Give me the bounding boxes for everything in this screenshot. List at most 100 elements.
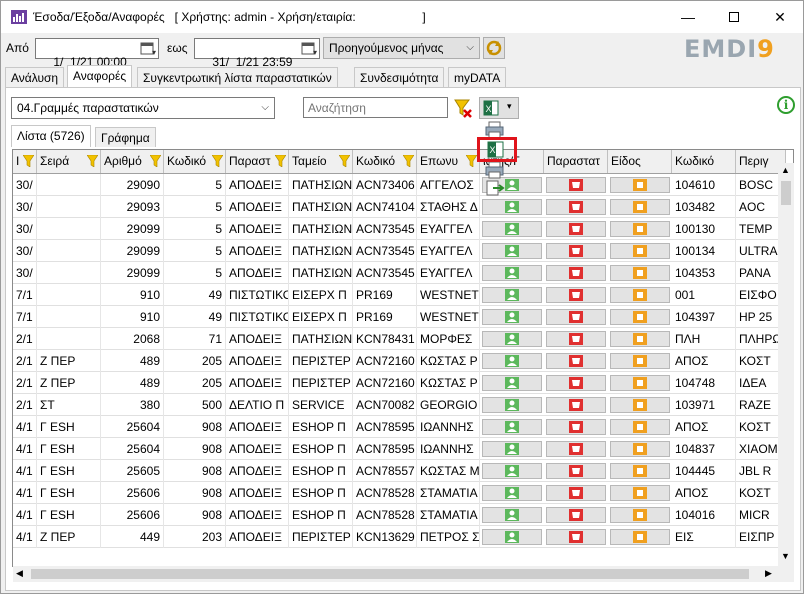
period-select[interactable]: Προηγούμενος μήνας ⌵ [323,37,480,59]
document-button[interactable] [546,331,606,347]
item-button[interactable] [610,265,670,281]
item-button[interactable] [610,331,670,347]
item-button[interactable] [610,397,670,413]
scroll-thumb[interactable] [781,181,791,205]
column-header[interactable]: Επωνυ [417,150,480,173]
filter-funnel-icon[interactable] [339,155,350,167]
table-row[interactable]: 7/1 910 49 ΠΙΣΤΩΤΙΚΟ ΕΙΣΕΡΧ Π PR169 WESTNET 001… [13,284,786,306]
table-row[interactable]: 2/1 ΣΤ 380 500 ΔΕΛΤΙΟ Π SERVICE ACN70082 GEORGI… [13,394,786,416]
table-row[interactable]: 4/1 Γ ESH 25605 908 ΑΠΟΔΕΙΞ ESHOP Π ACN78557 ΚΩ… [13,460,786,482]
table-row[interactable]: 30/29099 5 ΑΠΟΔΕΙΞ ΠΑΤΗΣΙΩΝ ACN73545 ΕΥΑΓΓΕΛ 1… [13,240,786,262]
filter-funnel-icon[interactable] [275,155,286,167]
tab-summary-list[interactable]: Συγκεντρωτική λίστα παραστατικών [137,67,338,87]
item-button[interactable] [610,419,670,435]
export-arrow-icon[interactable] [485,179,505,197]
report-grid[interactable]: Ι Σειρά Αριθμό Κωδικό Παραστ Ταμείο Κωδικό Επων… [12,149,794,567]
document-button[interactable] [546,375,606,391]
clear-filter-button[interactable] [452,97,474,119]
table-row[interactable]: 2/1 Ζ ΠΕΡ 489 205 ΑΠΟΔΕΙΞ ΠΕΡΙΣΤΕΡ ACN72160 ΚΩΣ… [13,350,786,372]
item-button[interactable] [610,177,670,193]
minimize-button[interactable]: — [665,1,711,33]
document-button[interactable] [546,397,606,413]
item-button[interactable] [610,441,670,457]
horizontal-scrollbar[interactable]: ◀ ▶ [13,566,794,582]
column-header[interactable]: Κωδικό [353,150,417,173]
item-button[interactable] [610,309,670,325]
export-menu-button[interactable]: X ▾ [479,97,519,119]
customer-button[interactable] [482,529,542,545]
item-button[interactable] [610,529,670,545]
close-button[interactable]: ✕ [757,1,803,33]
to-date-field[interactable]: 31/ 1/21 23:59 ▾ [194,38,320,69]
document-button[interactable] [546,441,606,457]
calendar-icon[interactable]: ▾ [140,41,156,56]
column-header[interactable]: Ι [13,150,37,173]
customer-button[interactable] [482,309,542,325]
customer-button[interactable] [482,507,542,523]
filter-funnel-icon[interactable] [466,155,477,167]
table-row[interactable]: 30/29099 5 ΑΠΟΔΕΙΞ ΠΑΤΗΣΙΩΝ ACN73545 ΕΥΑΓΓΕΛ 1… [13,262,786,284]
tab-list[interactable]: Λίστα (5726) [11,125,91,147]
item-button[interactable] [610,199,670,215]
table-row[interactable]: 4/1 Γ ESH 25606 908 ΑΠΟΔΕΙΞ ESHOP Π ACN78528 ΣΤ… [13,482,786,504]
customer-button[interactable] [482,221,542,237]
tab-mydata[interactable]: myDATA [448,67,507,87]
customer-button[interactable] [482,485,542,501]
item-button[interactable] [610,507,670,523]
document-button[interactable] [546,243,606,259]
calendar-icon[interactable]: ▾ [301,41,317,56]
document-button[interactable] [546,353,606,369]
item-button[interactable] [610,287,670,303]
customer-button[interactable] [482,375,542,391]
filter-funnel-icon[interactable] [150,155,161,167]
search-input[interactable] [303,97,448,118]
report-select[interactable]: 04.Γραμμές παραστατικών ⌵ [11,97,275,119]
filter-funnel-icon[interactable] [87,155,98,167]
column-header[interactable]: Είδος [608,150,672,173]
table-row[interactable]: 30/29099 5 ΑΠΟΔΕΙΞ ΠΑΤΗΣΙΩΝ ACN73545 ΕΥΑΓΓΕΛ 1… [13,218,786,240]
filter-funnel-icon[interactable] [212,155,223,167]
table-row[interactable]: 2/1 Ζ ΠΕΡ 489 205 ΑΠΟΔΕΙΞ ΠΕΡΙΣΤΕΡ ACN72160 ΚΩΣ… [13,372,786,394]
customer-button[interactable] [482,265,542,281]
table-row[interactable]: 4/1 Γ ESH 25604 908 ΑΠΟΔΕΙΞ ESHOP Π ACN78595 ΙΩ… [13,438,786,460]
filter-funnel-icon[interactable] [403,155,414,167]
scroll-right-icon[interactable]: ▶ [765,568,772,579]
tab-reports[interactable]: Αναφορές [67,65,133,87]
tab-connectivity[interactable]: Συνδεσιμότητα [354,67,445,87]
document-button[interactable] [546,529,606,545]
customer-button[interactable] [482,463,542,479]
column-header[interactable]: Σειρά [37,150,101,173]
print-preview-icon[interactable] [485,161,505,179]
info-icon[interactable]: i [777,96,795,114]
customer-button[interactable] [482,331,542,347]
table-row[interactable]: 4/1 Γ ESH 25604 908 ΑΠΟΔΕΙΞ ESHOP Π ACN78595 ΙΩ… [13,416,786,438]
table-row[interactable]: 2/1 2068 71 ΑΠΟΔΕΙΞ ΠΑΤΗΣΙΩΝ KCN78431 ΜΟΡΦΕΣ ΠΛ… [13,328,786,350]
table-row[interactable]: 30/29090 5 ΑΠΟΔΕΙΞ ΠΑΤΗΣΙΩΝ ACN73406 ΑΓΓΕΛΟΣ 1… [13,174,786,196]
customer-button[interactable] [482,353,542,369]
document-button[interactable] [546,485,606,501]
scroll-thumb[interactable] [31,569,749,579]
document-button[interactable] [546,199,606,215]
item-button[interactable] [610,353,670,369]
refresh-button[interactable] [483,37,505,59]
customer-button[interactable] [482,243,542,259]
column-header[interactable]: Αριθμό [101,150,164,173]
document-button[interactable] [546,221,606,237]
document-button[interactable] [546,419,606,435]
scroll-up-icon[interactable]: ▲ [781,165,790,175]
customer-button[interactable] [482,287,542,303]
vertical-scrollbar[interactable]: ▲ ▼ [778,163,794,567]
item-button[interactable] [610,243,670,259]
from-date-field[interactable]: 1/ 1/21 00:00 ▾ [35,38,159,69]
table-row[interactable]: 4/1 Ζ ΠΕΡ 449 203 ΑΠΟΔΕΙΞ ΠΕΡΙΣΤΕΡ KCN13629 ΠΕΤ… [13,526,786,548]
customer-button[interactable] [482,397,542,413]
column-header[interactable]: Κωδικό [672,150,736,173]
column-header[interactable]: Ταμείο [289,150,353,173]
column-header[interactable]: Παραστατ [544,150,608,173]
document-button[interactable] [546,287,606,303]
column-header[interactable]: Παραστ [226,150,289,173]
customer-button[interactable] [482,199,542,215]
document-button[interactable] [546,507,606,523]
document-button[interactable] [546,265,606,281]
customer-button[interactable] [482,419,542,435]
